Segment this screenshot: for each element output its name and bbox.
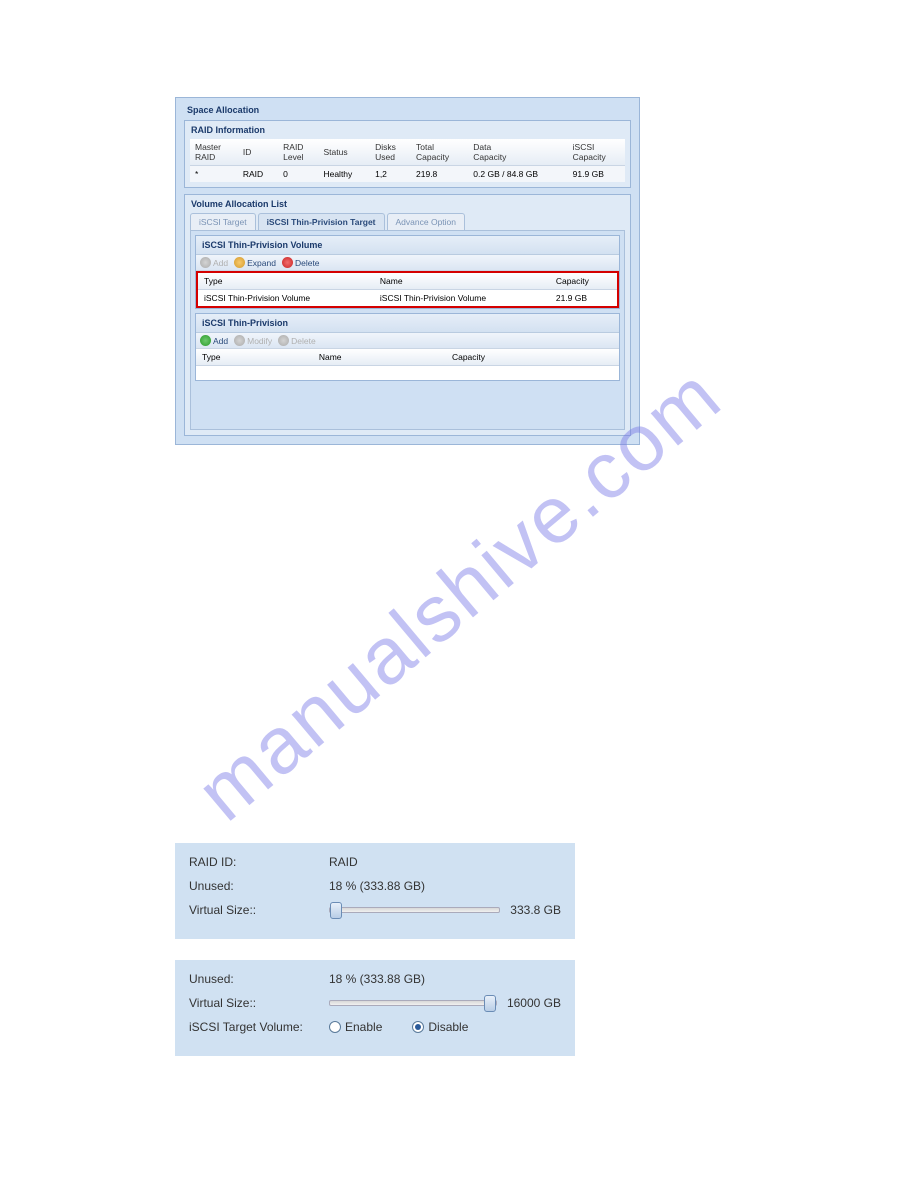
raid-table: Master RAID ID RAID Level Status Disks U… — [190, 139, 625, 182]
delete-label: Delete — [291, 336, 316, 346]
virtual-size-value: 333.8 GB — [510, 903, 561, 917]
tab-thin-provision-target[interactable]: iSCSI Thin-Privision Target — [258, 213, 385, 230]
col-type: Type — [198, 273, 374, 290]
virtual-size-label-2: Virtual Size:: — [189, 996, 329, 1010]
col-capacity: Capacity — [550, 273, 617, 290]
delete-icon — [282, 257, 293, 268]
raid-info-title: RAID Information — [185, 121, 630, 139]
app-title: Space Allocation — [181, 103, 634, 117]
cell1-name: iSCSI Thin-Privision Volume — [374, 290, 550, 307]
unused-label: Unused: — [189, 879, 329, 893]
cell-disks: 1,2 — [370, 166, 411, 183]
delete-button-disabled: Delete — [278, 335, 316, 346]
grid2-header: Type Name Capacity — [196, 349, 619, 366]
raid-id-value: RAID — [329, 855, 358, 869]
panel2-title: iSCSI Thin-Privision — [196, 314, 619, 333]
thin-provision-panel: iSCSI Thin-Privision Add Modify Delete T… — [195, 313, 620, 381]
cell1-cap: 21.9 GB — [550, 290, 617, 307]
add-label: Add — [213, 336, 228, 346]
panel2-grid: Type Name Capacity — [196, 349, 619, 380]
grid1-header: Type Name Capacity — [198, 273, 617, 290]
cell-data: 0.2 GB / 84.8 GB — [468, 166, 567, 183]
unused-value-2: 18 % (333.88 GB) — [329, 972, 425, 986]
cell-master: * — [190, 166, 238, 183]
cell-level: 0 — [278, 166, 318, 183]
info-panel-1: RAID ID: RAID Unused: 18 % (333.88 GB) V… — [175, 843, 575, 939]
cell-id: RAID — [238, 166, 278, 183]
add-icon — [200, 335, 211, 346]
col-level: RAID Level — [278, 139, 318, 166]
raid-id-label: RAID ID: — [189, 855, 329, 869]
radio-icon — [412, 1021, 424, 1033]
modify-label: Modify — [247, 336, 272, 346]
cell-status: Healthy — [318, 166, 370, 183]
col-data: Data Capacity — [468, 139, 567, 166]
unused-value: 18 % (333.88 GB) — [329, 879, 425, 893]
col-master-raid: Master RAID — [190, 139, 238, 166]
panel2-toolbar: Add Modify Delete — [196, 333, 619, 349]
tab-advance-option[interactable]: Advance Option — [387, 213, 465, 230]
disable-option[interactable]: Disable — [412, 1020, 468, 1034]
add-icon — [200, 257, 211, 268]
col-status: Status — [318, 139, 370, 166]
tab-body: iSCSI Thin-Privision Volume Add Expand D… — [190, 230, 625, 430]
virtual-size-label: Virtual Size:: — [189, 903, 329, 917]
col2-name: Name — [313, 349, 446, 366]
col-name: Name — [374, 273, 550, 290]
col-disks: Disks Used — [370, 139, 411, 166]
cell-total: 219.8 — [411, 166, 468, 183]
enable-option[interactable]: Enable — [329, 1020, 382, 1034]
highlighted-region: Type Name Capacity iSCSI Thin-Privision … — [196, 271, 619, 308]
col-iscsi: iSCSI Capacity — [568, 139, 625, 166]
add-button[interactable]: Add — [200, 335, 228, 346]
add-button-disabled: Add — [200, 257, 228, 268]
col-total: Total Capacity — [411, 139, 468, 166]
col2-capacity: Capacity — [446, 349, 619, 366]
slider-handle[interactable] — [330, 902, 342, 919]
volume-title: Volume Allocation List — [185, 195, 630, 213]
space-allocation-panel: Space Allocation RAID Information Master… — [175, 97, 640, 445]
modify-button-disabled: Modify — [234, 335, 272, 346]
virtual-size-slider-2[interactable] — [329, 1000, 497, 1006]
cell-iscsi: 91.9 GB — [568, 166, 625, 183]
modify-icon — [234, 335, 245, 346]
expand-icon — [234, 257, 245, 268]
col2-type: Type — [196, 349, 313, 366]
tab-iscsi-target[interactable]: iSCSI Target — [190, 213, 256, 230]
info-panel-2: Unused: 18 % (333.88 GB) Virtual Size:: … — [175, 960, 575, 1056]
volume-allocation-box: Volume Allocation List iSCSI Target iSCS… — [184, 194, 631, 436]
cell1-type: iSCSI Thin-Privision Volume — [198, 290, 374, 307]
virtual-size-slider[interactable] — [329, 907, 500, 913]
grid1-row[interactable]: iSCSI Thin-Privision Volume iSCSI Thin-P… — [198, 290, 617, 307]
expand-button[interactable]: Expand — [234, 257, 276, 268]
grid2-empty-row — [196, 366, 619, 380]
disable-label: Disable — [428, 1020, 468, 1034]
slider-handle-2[interactable] — [484, 995, 496, 1012]
unused-label-2: Unused: — [189, 972, 329, 986]
delete-icon — [278, 335, 289, 346]
raid-data-row[interactable]: * RAID 0 Healthy 1,2 219.8 0.2 GB / 84.8… — [190, 166, 625, 183]
raid-header-row: Master RAID ID RAID Level Status Disks U… — [190, 139, 625, 166]
enable-label: Enable — [345, 1020, 382, 1034]
delete-button[interactable]: Delete — [282, 257, 320, 268]
add-label: Add — [213, 258, 228, 268]
tabstrip: iSCSI Target iSCSI Thin-Privision Target… — [190, 213, 625, 230]
panel1-toolbar: Add Expand Delete — [196, 255, 619, 271]
thin-provision-volume-panel: iSCSI Thin-Privision Volume Add Expand D… — [195, 235, 620, 309]
raid-info-box: RAID Information Master RAID ID RAID Lev… — [184, 120, 631, 188]
panel1-grid: Type Name Capacity iSCSI Thin-Privision … — [198, 273, 617, 306]
delete-label: Delete — [295, 258, 320, 268]
radio-icon — [329, 1021, 341, 1033]
col-id: ID — [238, 139, 278, 166]
expand-label: Expand — [247, 258, 276, 268]
iscsi-target-label: iSCSI Target Volume: — [189, 1020, 329, 1034]
panel1-title: iSCSI Thin-Privision Volume — [196, 236, 619, 255]
virtual-size-value-2: 16000 GB — [507, 996, 561, 1010]
